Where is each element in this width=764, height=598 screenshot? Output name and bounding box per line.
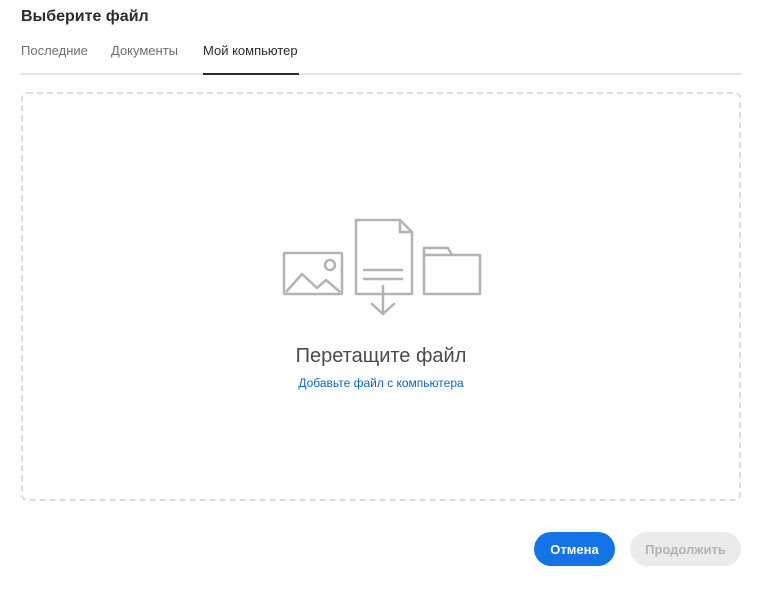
tab-bar: Последние Документы Мой компьютер xyxy=(21,40,741,75)
tab-recent[interactable]: Последние xyxy=(21,40,88,75)
upload-illustration xyxy=(282,218,482,316)
cancel-button[interactable]: Отмена xyxy=(534,532,615,566)
folder-icon xyxy=(422,246,482,296)
add-from-computer-link[interactable]: Добавьте файл с компьютера xyxy=(23,375,739,391)
file-download-icon xyxy=(354,218,414,316)
continue-button[interactable]: Продолжить xyxy=(630,532,741,566)
tab-documents[interactable]: Документы xyxy=(111,40,181,75)
drop-zone[interactable]: Перетащите файл Добавьте файл с компьюте… xyxy=(21,92,741,501)
drop-title: Перетащите файл xyxy=(295,345,467,367)
file-picker-dialog: Выберите файл Последние Документы Мой ко… xyxy=(0,0,764,598)
image-icon xyxy=(282,251,344,296)
tab-my-computer[interactable]: Мой компьютер xyxy=(203,40,299,75)
dialog-title: Выберите файл xyxy=(21,8,149,25)
